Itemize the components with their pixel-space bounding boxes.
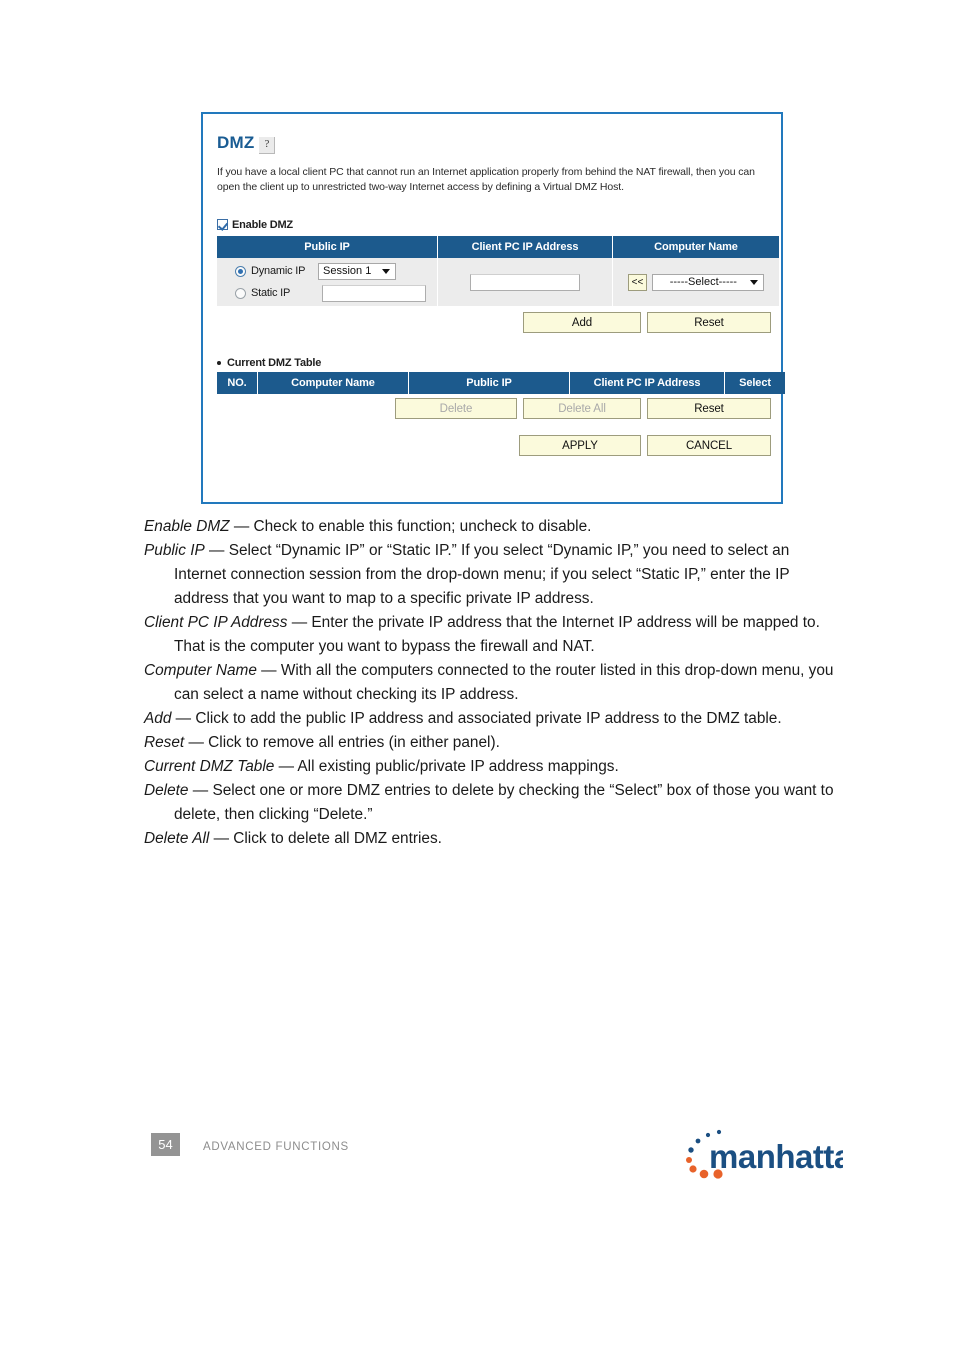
static-ip-row[interactable]: Static IP: [217, 282, 437, 304]
copy-term: Add: [144, 710, 172, 727]
column-header-public-ip: Public IP: [217, 236, 438, 258]
public-ip-cell: Dynamic IP Session 1 Static IP: [217, 258, 438, 306]
column-header-computer-name: Computer Name: [257, 372, 409, 394]
delete-all-button[interactable]: Delete All: [523, 398, 641, 419]
apply-cancel-row: APPLY CANCEL: [217, 435, 771, 456]
copy-paragraph: Client PC IP Address — Enter the private…: [144, 611, 844, 659]
panel-description: If you have a local client PC that canno…: [217, 166, 755, 193]
enable-dmz-checkbox[interactable]: [217, 219, 228, 230]
copy-paragraph: Public IP — Select “Dynamic IP” or “Stat…: [144, 539, 844, 611]
client-pc-ip-input[interactable]: [470, 273, 580, 291]
computer-name-select[interactable]: -----Select-----: [652, 273, 765, 291]
body-copy: Enable DMZ — Check to enable this functi…: [144, 515, 844, 851]
copy-term: Delete: [144, 782, 189, 799]
copy-paragraph: Enable DMZ — Check to enable this functi…: [144, 515, 844, 539]
copy-text: — Select one or more DMZ entries to dele…: [174, 782, 834, 823]
column-header-computer-name: Computer Name: [612, 236, 779, 258]
chevron-down-icon: [750, 280, 759, 285]
copy-paragraph: Add — Click to add the public IP address…: [144, 707, 844, 731]
copy-term: Client PC IP Address: [144, 614, 288, 631]
static-ip-label: Static IP: [251, 287, 291, 299]
dmz-screenshot-panel: DMZ ? If you have a local client PC that…: [201, 112, 785, 504]
enable-dmz-label: Enable DMZ: [232, 218, 293, 231]
column-header-client-pc-ip: Client PC IP Address: [569, 372, 725, 394]
copy-text: — Click to add the public IP address and…: [171, 710, 782, 727]
column-header-public-ip: Public IP: [408, 372, 570, 394]
computer-name-controls: << -----Select-----: [613, 273, 779, 291]
page-number-badge: 54: [151, 1133, 180, 1156]
table-reset-button[interactable]: Reset: [647, 398, 771, 419]
current-dmz-table-label-row: Current DMZ Table: [217, 357, 767, 369]
footer-section-label: ADVANCED FUNCTIONS: [203, 1141, 349, 1153]
copy-term: Computer Name: [144, 662, 257, 679]
dynamic-ip-radio[interactable]: [235, 265, 246, 277]
copy-term: Reset: [144, 734, 185, 751]
reset-button[interactable]: Reset: [647, 312, 771, 333]
manhattan-logo: manhattan: [681, 1126, 843, 1186]
current-dmz-table-label: Current DMZ Table: [227, 357, 322, 369]
enable-dmz-row[interactable]: Enable DMZ: [217, 217, 767, 232]
copy-text: — Select “Dynamic IP” or “Static IP.” If…: [174, 542, 790, 607]
copy-paragraph: Current DMZ Table — All existing public/…: [144, 755, 844, 779]
static-ip-radio[interactable]: [235, 287, 246, 299]
dynamic-ip-label: Dynamic IP: [251, 265, 306, 277]
dynamic-ip-row[interactable]: Dynamic IP Session 1: [217, 260, 437, 282]
copy-text: — Check to enable this function; uncheck…: [229, 518, 592, 535]
copy-paragraph: Reset — Click to remove all entries (in …: [144, 731, 844, 755]
current-table-header-row: NO. Computer Name Public IP Client PC IP…: [217, 372, 785, 394]
copy-paragraph: Delete — Select one or more DMZ entries …: [144, 779, 844, 827]
cancel-button[interactable]: CANCEL: [647, 435, 771, 456]
apply-button[interactable]: APPLY: [519, 435, 641, 456]
column-header-client-pc-ip: Client PC IP Address: [437, 236, 613, 258]
copy-paragraph: Delete All — Click to delete all DMZ ent…: [144, 827, 844, 851]
column-header-select: Select: [724, 372, 785, 394]
static-ip-input[interactable]: [322, 284, 426, 302]
manhattan-logo-svg: manhattan: [686, 1129, 843, 1179]
question-mark-help-icon[interactable]: ?: [259, 137, 276, 154]
delete-button[interactable]: Delete: [395, 398, 517, 419]
form-button-row: Add Reset: [217, 312, 771, 333]
column-header-no: NO.: [217, 372, 258, 394]
add-button[interactable]: Add: [523, 312, 641, 333]
table-button-row: Delete Delete All Reset: [217, 398, 771, 419]
copy-text: — Click to delete all DMZ entries.: [209, 830, 442, 847]
computer-name-select-value: -----Select-----: [669, 276, 737, 288]
copy-term: Delete All: [144, 830, 210, 847]
current-dmz-table: NO. Computer Name Public IP Client PC IP…: [217, 372, 785, 394]
copy-text: — All existing public/private IP address…: [274, 758, 619, 775]
dmz-form-table: Public IP Client PC IP Address Computer …: [217, 236, 779, 306]
form-table-header-row: Public IP Client PC IP Address Computer …: [217, 236, 779, 258]
copy-term: Enable DMZ: [144, 518, 230, 535]
session-select-value: Session 1: [323, 265, 372, 277]
copy-term: Current DMZ Table: [144, 758, 275, 775]
copy-text: — With all the computers connected to th…: [174, 662, 834, 703]
session-select[interactable]: Session 1: [318, 262, 396, 280]
client-pc-ip-cell: [437, 258, 613, 306]
copy-term: Public IP: [144, 542, 205, 559]
logo-wordmark: manhattan: [709, 1138, 843, 1175]
panel-title-row: DMZ ?: [217, 128, 767, 154]
form-table-input-row: Dynamic IP Session 1 Static IP << -----S…: [217, 258, 779, 306]
chevron-down-icon: [382, 269, 390, 274]
computer-name-cell: << -----Select-----: [612, 258, 779, 306]
bullet-icon: [217, 361, 221, 365]
copy-name-button[interactable]: <<: [627, 273, 648, 291]
copy-paragraph: Computer Name — With all the computers c…: [144, 659, 844, 707]
page-title: DMZ: [217, 133, 255, 152]
copy-text: — Click to remove all entries (in either…: [184, 734, 500, 751]
